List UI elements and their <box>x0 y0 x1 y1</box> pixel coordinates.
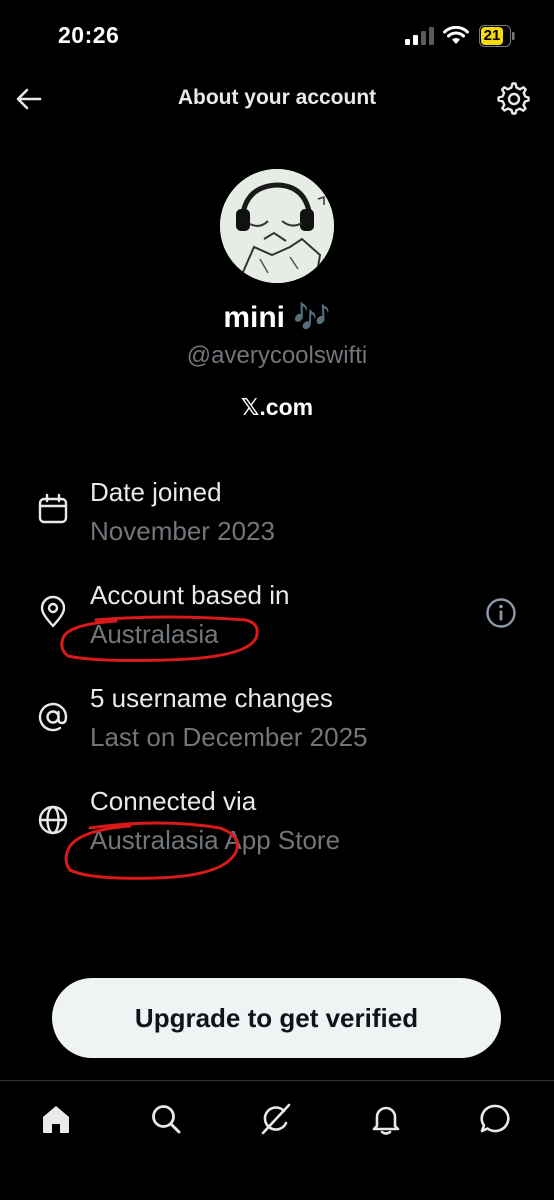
status-time: 20:26 <box>58 22 120 48</box>
username-changes-label: 5 username changes <box>90 683 333 713</box>
bottom-tab-bar <box>0 1080 554 1200</box>
username-handle: @averycoolswifti <box>186 342 368 369</box>
at-sign-icon <box>38 702 68 732</box>
home-icon[interactable] <box>38 1101 74 1137</box>
avatar[interactable] <box>220 169 334 283</box>
date-joined-value: November 2023 <box>90 516 275 546</box>
calendar-icon <box>38 493 68 524</box>
messages-icon[interactable] <box>478 1101 514 1137</box>
account-based-in-value: Australasia <box>90 619 219 649</box>
page-title: About your account <box>177 86 377 109</box>
info-row-date-joined: Date joined November 2023 <box>0 470 554 560</box>
avatar-sketch-image <box>220 169 334 283</box>
info-icon[interactable] <box>484 596 518 630</box>
battery-percentage: 21 <box>483 27 501 44</box>
info-row-account-based-in: Account based in Australasia <box>0 573 554 663</box>
battery-icon: 21 <box>479 25 515 47</box>
globe-icon <box>38 805 68 835</box>
account-based-in-label: Account based in <box>90 580 290 610</box>
location-pin-icon <box>40 595 66 628</box>
info-row-username-changes: 5 username changes Last on December 2025 <box>0 676 554 766</box>
username-changes-value: Last on December 2025 <box>90 722 368 752</box>
connected-via-value: Australasia App Store <box>90 825 341 855</box>
notifications-icon[interactable] <box>368 1101 404 1137</box>
search-icon[interactable] <box>148 1101 184 1137</box>
site-label: 𝕏.com <box>240 394 314 420</box>
gear-icon[interactable] <box>497 82 531 116</box>
wifi-icon <box>443 26 469 44</box>
connected-via-label: Connected via <box>90 786 257 816</box>
date-joined-label: Date joined <box>90 477 222 507</box>
upgrade-verified-button[interactable]: Upgrade to get verified <box>52 978 501 1058</box>
cellular-signal-icon <box>405 27 434 45</box>
info-row-connected-via: Connected via Australasia App Store <box>0 779 554 869</box>
display-name: mini 🎶 <box>223 301 331 334</box>
grok-icon[interactable] <box>258 1101 294 1137</box>
